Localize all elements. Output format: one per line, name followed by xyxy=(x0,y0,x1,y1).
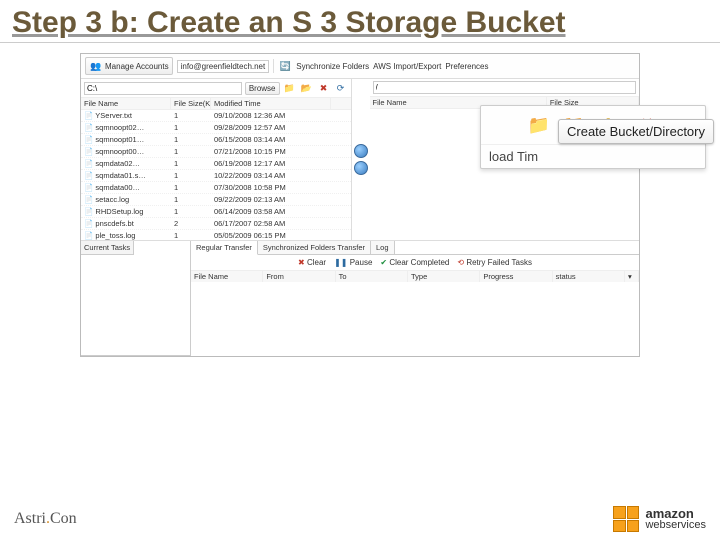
manage-accounts-label: Manage Accounts xyxy=(105,62,169,71)
transfer-toolbar: ✖ Clear ❚❚ Pause ✔ Clear Completed ⟲ Ret… xyxy=(191,255,639,271)
xh-status[interactable]: status xyxy=(553,271,625,282)
refresh-icon[interactable]: ⟳ xyxy=(334,81,348,95)
transfer-arrows xyxy=(352,79,370,240)
table-row[interactable]: 📄 sqmdata01.s…110/22/2009 03:14 AM xyxy=(81,170,351,182)
xh-from[interactable]: From xyxy=(263,271,335,282)
retry-icon: ⟲ xyxy=(457,258,464,267)
create-bucket-tooltip: Create Bucket/Directory xyxy=(558,119,714,144)
upload-button[interactable] xyxy=(354,144,368,158)
table-row[interactable]: 📄 pnscdefs.bt206/17/2007 02:58 AM xyxy=(81,218,351,230)
toolbar-separator xyxy=(273,59,274,73)
main-toolbar: 👥 Manage Accounts info@greenfieldtech.ne… xyxy=(81,54,639,79)
slide-title: Step 3 b: Create an S 3 Storage Bucket xyxy=(0,0,720,43)
aws-text: amazon webservices xyxy=(645,507,706,531)
transfer-headers: File Name From To Type Progress status ▾ xyxy=(191,271,639,282)
table-row[interactable]: 📄 YServer.txt109/10/2008 12:36 AM xyxy=(81,110,351,122)
table-row[interactable]: 📄 setacc.log109/22/2009 02:13 AM xyxy=(81,194,351,206)
xh-progress[interactable]: Progress xyxy=(480,271,552,282)
table-row[interactable]: 📄 sqmnoopt01…106/15/2008 03:14 AM xyxy=(81,134,351,146)
xh-name[interactable]: File Name xyxy=(191,271,263,282)
tasks-area: Current Tasks Regular Transfer Synchroni… xyxy=(81,241,639,356)
transfer-body xyxy=(191,282,639,342)
preferences-label[interactable]: Preferences xyxy=(445,62,488,71)
local-file-list[interactable]: 📄 YServer.txt109/10/2008 12:36 AM📄 sqmno… xyxy=(81,110,351,240)
slide-body: 👥 Manage Accounts info@greenfieldtech.ne… xyxy=(0,43,720,357)
up-dir-icon[interactable]: 📁 xyxy=(525,112,553,138)
table-row[interactable]: 📄 sqmnoopt00…107/21/2008 10:15 PM xyxy=(81,146,351,158)
account-selector[interactable]: info@greenfieldtech.net xyxy=(177,60,270,73)
current-tasks-tab[interactable]: Current Tasks xyxy=(81,241,134,255)
tab-regular[interactable]: Regular Transfer xyxy=(191,241,258,255)
local-pane: Browse 📁 📂 ✖ ⟳ File Name File Size(Kb) M… xyxy=(81,79,352,240)
remote-path-row xyxy=(370,79,640,96)
local-path-input[interactable] xyxy=(84,82,242,95)
download-button[interactable] xyxy=(354,161,368,175)
table-row[interactable]: 📄 sqmdata00…107/30/2008 10:58 PM xyxy=(81,182,351,194)
xh-menu[interactable]: ▾ xyxy=(625,271,639,282)
current-tasks-panel: Current Tasks xyxy=(81,241,191,356)
clear-button[interactable]: ✖ Clear xyxy=(298,258,326,267)
astricon-logo: Astri.Con xyxy=(14,510,77,528)
table-row[interactable]: 📄 sqmnoopt02…109/28/2009 12:57 AM xyxy=(81,122,351,134)
delete-icon[interactable]: ✖ xyxy=(317,81,331,95)
manage-accounts-button[interactable]: 👥 Manage Accounts xyxy=(85,57,173,75)
tab-log[interactable]: Log xyxy=(371,241,395,254)
aws-logo: amazon webservices xyxy=(613,506,706,532)
up-folder-icon[interactable]: 📁 xyxy=(283,81,297,95)
new-folder-icon[interactable]: 📂 xyxy=(300,81,314,95)
clear-completed-button[interactable]: ✔ Clear Completed xyxy=(380,258,449,267)
local-path-row: Browse 📁 📂 ✖ ⟳ xyxy=(81,79,351,97)
callout-label: load Tim xyxy=(481,145,705,168)
pause-icon: ❚❚ xyxy=(334,258,347,267)
xh-to[interactable]: To xyxy=(336,271,408,282)
header-filesize[interactable]: File Size(Kb) xyxy=(171,98,211,109)
slide-footer: Astri.Con amazon webservices xyxy=(0,506,720,532)
clear-icon: ✖ xyxy=(298,258,305,267)
xh-type[interactable]: Type xyxy=(408,271,480,282)
import-export-label[interactable]: AWS Import/Export xyxy=(373,62,441,71)
sync-folders-label[interactable]: Synchronize Folders xyxy=(296,62,369,71)
sync-icon: 🔄 xyxy=(278,59,292,73)
browse-button[interactable]: Browse xyxy=(245,82,280,95)
remote-path-input[interactable] xyxy=(373,81,637,94)
accounts-icon: 👥 xyxy=(89,59,103,73)
table-row[interactable]: 📄 RHDSetup.log106/14/2009 03:58 AM xyxy=(81,206,351,218)
pause-button[interactable]: ❚❚ Pause xyxy=(334,258,372,267)
tab-sync[interactable]: Synchronized Folders Transfer xyxy=(258,241,371,254)
table-row[interactable]: 📄 ple_toss.log105/05/2009 06:15 PM xyxy=(81,230,351,240)
retry-button[interactable]: ⟲ Retry Failed Tasks xyxy=(457,258,532,267)
aws-cube-icon xyxy=(613,506,639,532)
table-row[interactable]: 📄 sqmdata02…106/19/2008 12:17 AM xyxy=(81,158,351,170)
check-icon: ✔ xyxy=(380,258,387,267)
transfer-tabs: Regular Transfer Synchronized Folders Tr… xyxy=(191,241,639,255)
header-modified[interactable]: Modified Time xyxy=(211,98,331,109)
transfer-panel: Regular Transfer Synchronized Folders Tr… xyxy=(191,241,639,356)
local-headers: File Name File Size(Kb) Modified Time xyxy=(81,97,351,110)
s3-browser-app: 👥 Manage Accounts info@greenfieldtech.ne… xyxy=(80,53,640,357)
header-filename[interactable]: File Name xyxy=(81,98,171,109)
